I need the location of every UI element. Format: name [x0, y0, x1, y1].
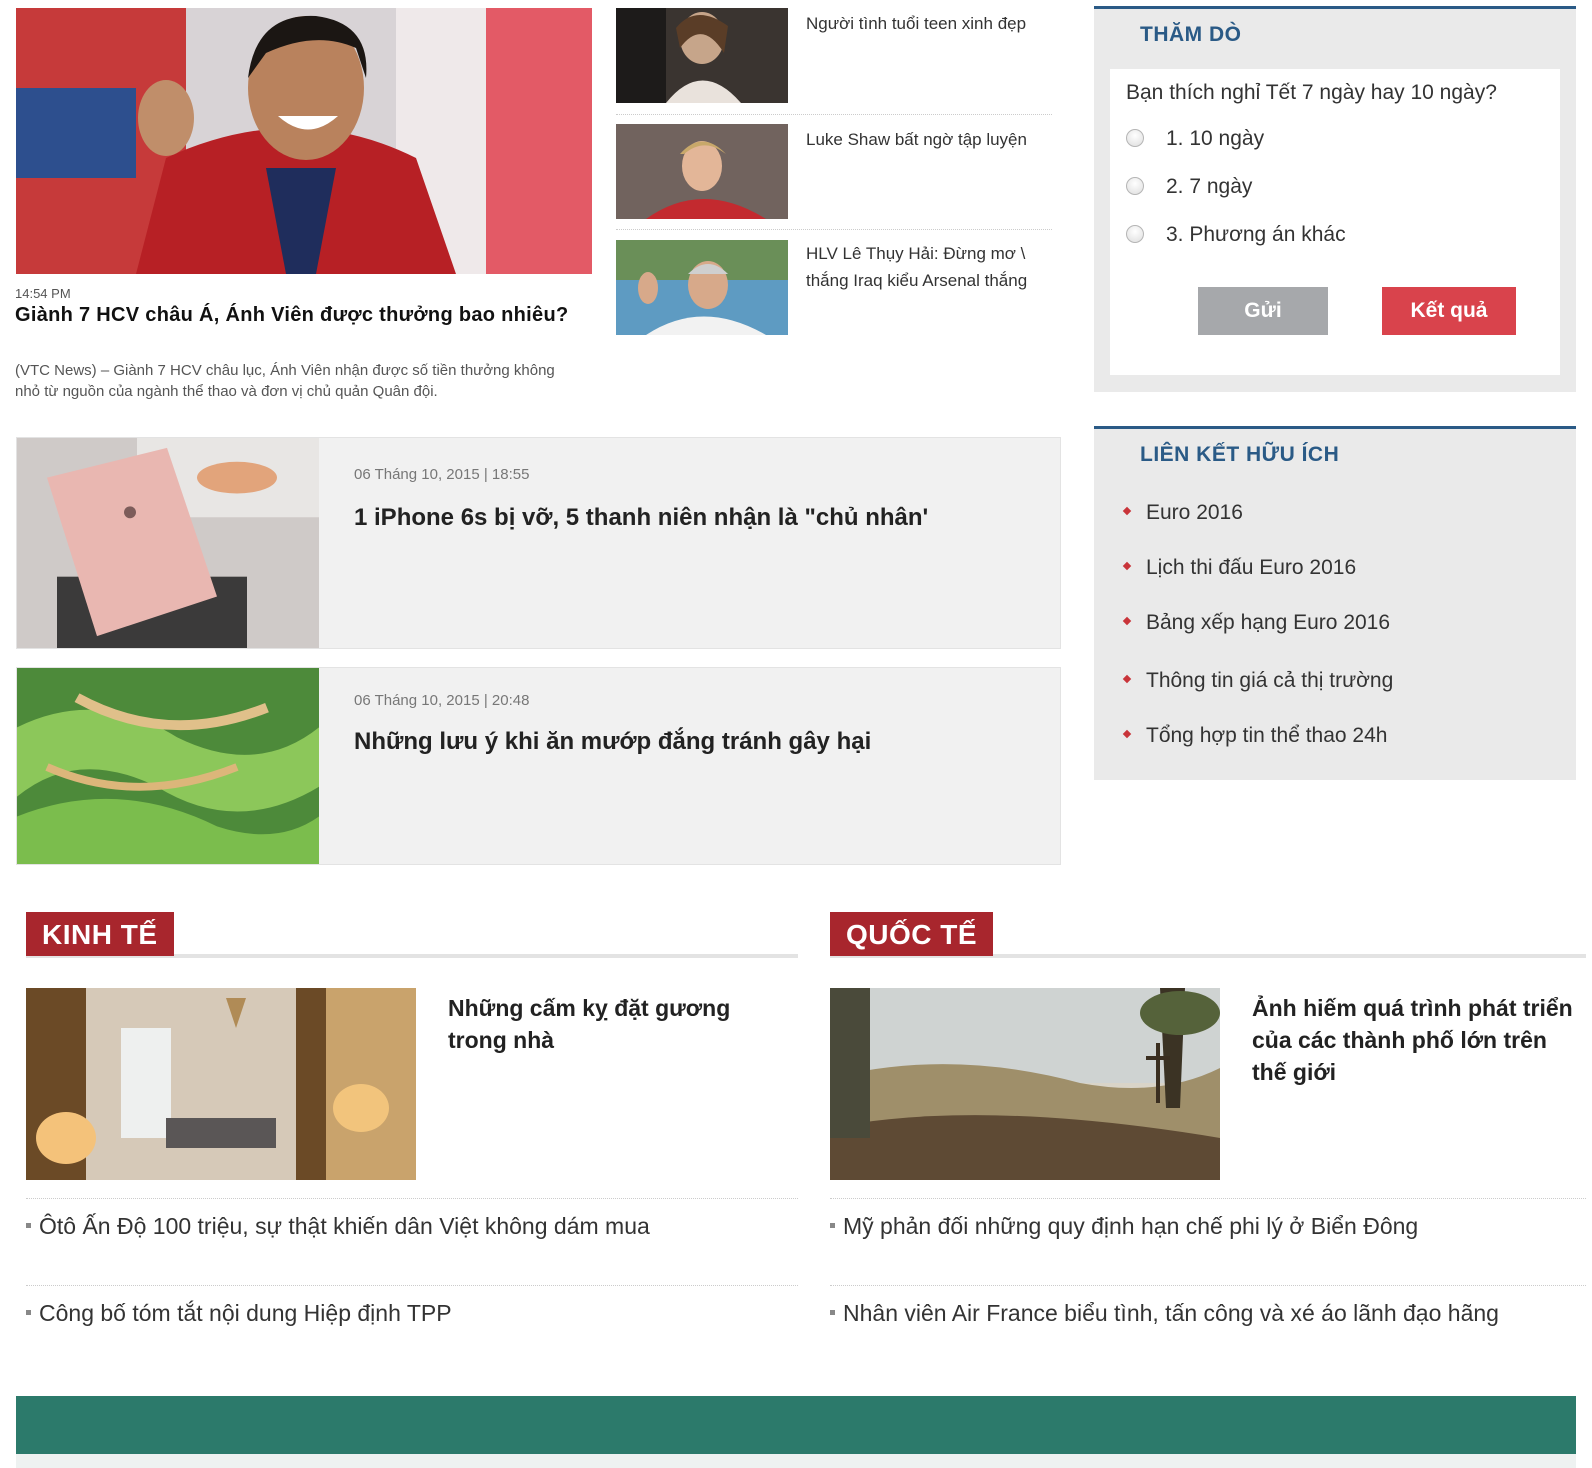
featured-image[interactable]: [16, 8, 592, 274]
send-button[interactable]: Gửi: [1198, 287, 1328, 335]
poll-box: THĂM DÒ Bạn thích nghỉ Tết 7 ngày hay 10…: [1094, 6, 1576, 392]
news-title[interactable]: Luke Shaw bất ngờ tập luyện: [806, 126, 1052, 153]
section-feature-image[interactable]: [26, 988, 416, 1180]
featured-title[interactable]: Giành 7 HCV châu Á, Ánh Viên được thưởng…: [15, 302, 575, 328]
radio-button[interactable]: [1126, 177, 1144, 195]
divider: [830, 1285, 1586, 1286]
bullet-icon: [26, 1310, 31, 1315]
bullet-icon: [830, 1223, 835, 1228]
news-thumbnail[interactable]: [616, 124, 788, 219]
radio-button[interactable]: [1126, 129, 1144, 147]
useful-link[interactable]: Euro 2016: [1122, 501, 1243, 525]
featured-time: 14:54 PM: [15, 286, 71, 301]
useful-link[interactable]: Bảng xếp hạng Euro 2016: [1122, 611, 1390, 635]
result-button[interactable]: Kết quả: [1382, 287, 1516, 335]
footer-strip: [16, 1454, 1576, 1468]
bullet-icon: [1122, 561, 1132, 571]
news-title[interactable]: Người tình tuổi teen xinh đẹp: [806, 10, 1052, 37]
section-list-item[interactable]: Công bố tóm tắt nội dung Hiệp định TPP: [26, 1300, 452, 1327]
news-title[interactable]: HLV Lê Thụy Hải: Đừng mơ \ thắng Iraq ki…: [806, 240, 1052, 294]
section-list-item[interactable]: Ôtô Ấn Độ 100 triệu, sự thật khiến dân V…: [26, 1213, 650, 1240]
featured-summary: (VTC News) – Giành 7 HCV châu lục, Ánh V…: [15, 362, 555, 400]
card-date: 06 Tháng 10, 2015 | 20:48: [354, 692, 530, 709]
poll-option[interactable]: 3. Phương án khác: [1126, 223, 1346, 247]
section-feature-image[interactable]: [830, 988, 1220, 1180]
useful-links-box: LIÊN KẾT HỮU ÍCH Euro 2016 Lịch thi đấu …: [1094, 426, 1576, 780]
useful-link[interactable]: Lịch thi đấu Euro 2016: [1122, 556, 1356, 580]
divider: [830, 1198, 1586, 1199]
news-thumbnail[interactable]: [616, 8, 788, 103]
section-list-item[interactable]: Mỹ phản đối những quy định hạn chế phi l…: [830, 1213, 1418, 1240]
section-label[interactable]: KINH TẾ: [26, 912, 174, 956]
section-header-quoc-te: QUỐC TẾ: [830, 912, 1586, 958]
card-title[interactable]: 1 iPhone 6s bị vỡ, 5 thanh niên nhận là …: [354, 504, 928, 532]
card-image[interactable]: [17, 438, 319, 648]
bullet-icon: [1122, 506, 1132, 516]
divider: [26, 1285, 798, 1286]
poll-question: Bạn thích nghỉ Tết 7 ngày hay 10 ngày?: [1126, 81, 1497, 104]
section-feature-title[interactable]: Ảnh hiếm quá trình phát triển của các th…: [1252, 992, 1582, 1088]
poll-option[interactable]: 1. 10 ngày: [1126, 127, 1264, 151]
bullet-icon: [830, 1310, 835, 1315]
useful-link[interactable]: Thông tin giá cả thị trường: [1122, 669, 1393, 693]
divider: [616, 229, 1052, 230]
bullet-icon: [1122, 674, 1132, 684]
divider: [26, 1198, 798, 1199]
card-image[interactable]: [17, 668, 319, 864]
news-thumbnail[interactable]: [616, 240, 788, 335]
poll-form: Bạn thích nghỉ Tết 7 ngày hay 10 ngày? 1…: [1110, 69, 1560, 375]
links-heading: LIÊN KẾT HỮU ÍCH: [1140, 443, 1340, 466]
section-label[interactable]: QUỐC TẾ: [830, 912, 994, 956]
section-feature-title[interactable]: Những cấm kỵ đặt gương trong nhà: [448, 992, 768, 1056]
poll-heading: THĂM DÒ: [1140, 23, 1242, 46]
useful-link[interactable]: Tổng hợp tin thể thao 24h: [1122, 724, 1387, 748]
section-list-item[interactable]: Nhân viên Air France biểu tình, tấn công…: [830, 1300, 1499, 1327]
news-card[interactable]: 06 Tháng 10, 2015 | 18:55 1 iPhone 6s bị…: [16, 437, 1061, 649]
news-card[interactable]: 06 Tháng 10, 2015 | 20:48 Những lưu ý kh…: [16, 667, 1061, 865]
card-title[interactable]: Những lưu ý khi ăn mướp đắng tránh gây h…: [354, 728, 871, 756]
bullet-icon: [1122, 616, 1132, 626]
poll-option[interactable]: 2. 7 ngày: [1126, 175, 1252, 199]
footer-bar: [16, 1396, 1576, 1454]
divider: [616, 114, 1052, 115]
radio-button[interactable]: [1126, 225, 1144, 243]
card-date: 06 Tháng 10, 2015 | 18:55: [354, 466, 530, 483]
bullet-icon: [1122, 729, 1132, 739]
bullet-icon: [26, 1223, 31, 1228]
section-header-kinh-te: KINH TẾ: [26, 912, 798, 958]
